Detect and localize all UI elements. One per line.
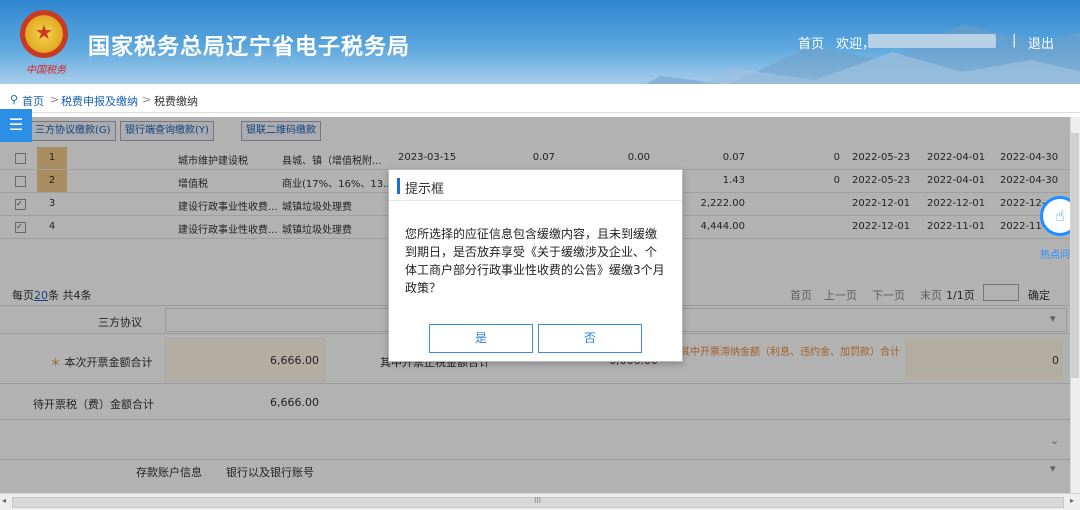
location-pin-icon: ⚲: [10, 93, 19, 106]
star-icon: ★: [35, 20, 53, 44]
breadcrumb-tax-filing[interactable]: 税费申报及缴纳: [61, 93, 138, 109]
site-title: 国家税务总局辽宁省电子税务局: [88, 35, 411, 60]
confirm-dialog: 提示框 您所选择的应征信息包含缓缴内容，且未到缓缴到期日，是否放弃享受《关于缓缴…: [388, 169, 683, 362]
breadcrumb-current: 税费缴纳: [154, 95, 198, 108]
user-name-blurred: [868, 34, 996, 48]
breadcrumb: ⚲ 首页 > 税费申报及缴纳 > 税费缴纳: [0, 86, 1080, 113]
dialog-message: 您所选择的应征信息包含缓缴内容，且未到缓缴到期日，是否放弃享受《关于缓缴涉及企业…: [405, 227, 665, 295]
nav-home-link[interactable]: 首页: [798, 33, 824, 52]
no-button[interactable]: 否: [538, 324, 642, 353]
scroll-grip-icon: III: [534, 496, 542, 505]
tax-emblem-icon: ★: [20, 10, 68, 58]
dialog-title: 提示框: [405, 182, 445, 197]
yes-button[interactable]: 是: [429, 324, 533, 353]
breadcrumb-sep: >: [50, 93, 60, 106]
seal-signature: 中国税务: [26, 65, 66, 76]
vertical-scroll-thumb[interactable]: [1071, 133, 1079, 378]
breadcrumb-home[interactable]: 首页: [22, 93, 44, 109]
scroll-right-icon[interactable]: ▸: [1070, 496, 1074, 505]
breadcrumb-sep: >: [142, 93, 152, 106]
nav-separator: |: [1012, 33, 1017, 48]
scroll-left-icon[interactable]: ◂: [2, 496, 6, 505]
site-header: ★ 中国税务 国家税务总局辽宁省电子税务局 首页 欢迎， | 退出: [0, 0, 1080, 84]
logout-link[interactable]: 退出: [1028, 33, 1054, 52]
dialog-header: 提示框: [389, 170, 682, 201]
sidebar-menu-icon[interactable]: ☰: [0, 109, 32, 142]
dialog-title-accent: [397, 178, 400, 194]
